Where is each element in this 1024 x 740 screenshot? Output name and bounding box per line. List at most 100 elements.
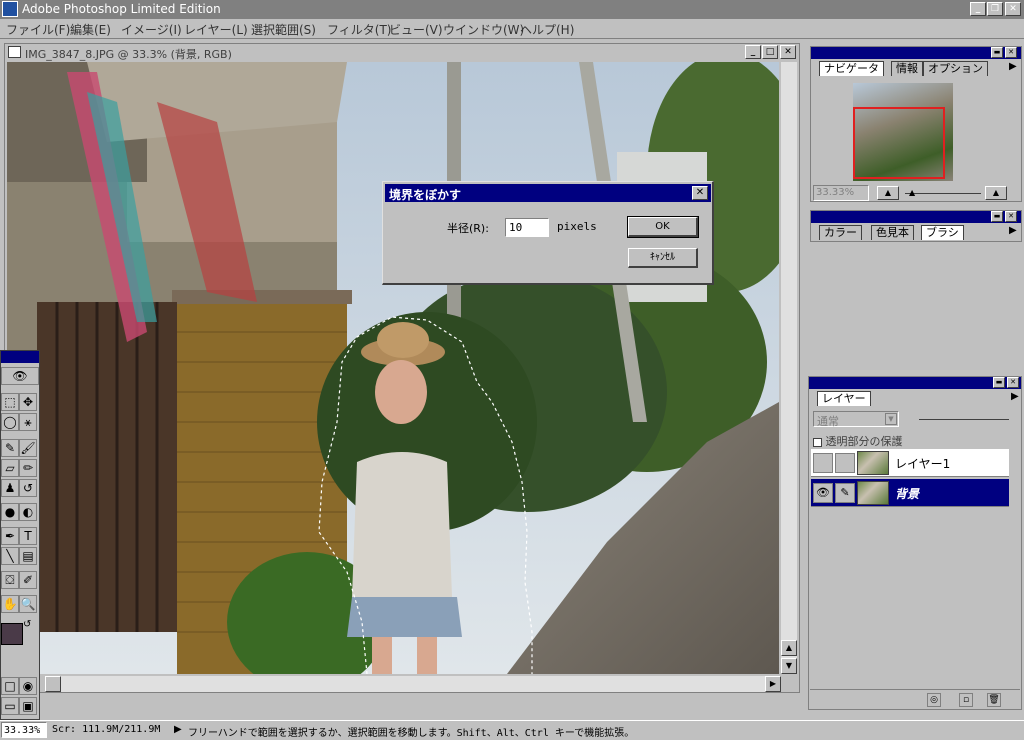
navigator-palette: ▬ ✕ ナビゲータ 情報 オプション ▶ 33.33% ▲ ▲ ▲ — [810, 46, 1022, 202]
zoom-slider-handle-icon[interactable]: ▲ — [909, 188, 915, 197]
navigator-minimize-button[interactable]: ▬ — [991, 47, 1003, 58]
vertical-scrollbar[interactable]: ▲ ▼ — [781, 62, 797, 674]
eraser-icon[interactable]: ▱ — [1, 459, 19, 477]
brush-icon[interactable]: 🖌 — [19, 439, 37, 457]
lasso-icon[interactable]: ◯ — [1, 413, 19, 431]
tab-swatches[interactable]: 色見本 — [871, 225, 914, 240]
restore-button[interactable]: ❐ — [987, 2, 1003, 16]
color-minimize-button[interactable]: ▬ — [991, 211, 1003, 222]
airbrush-icon[interactable]: ✎ — [1, 439, 19, 457]
foreground-color-swatch[interactable] — [1, 623, 23, 645]
history-brush-icon[interactable]: ↺ — [19, 479, 37, 497]
preserve-transparency-checkbox[interactable] — [813, 437, 822, 447]
image-canvas[interactable] — [7, 62, 779, 674]
gradient-icon[interactable]: ▤ — [19, 547, 37, 565]
quickmask-mode-icon[interactable]: ◉ — [19, 677, 37, 695]
scroll-down-button[interactable]: ▼ — [781, 658, 797, 674]
scroll-left-button[interactable] — [45, 676, 61, 692]
zoom-slider[interactable] — [905, 193, 981, 194]
hand-icon[interactable]: ✋ — [1, 595, 19, 613]
navigator-palette-header[interactable]: ▬ ✕ — [811, 47, 1021, 59]
ok-button[interactable]: OK — [627, 216, 699, 238]
eyedropper-icon[interactable]: ✐ — [19, 571, 37, 589]
doc-maximize-button[interactable]: □ — [762, 45, 778, 59]
layer-row-layer1[interactable]: レイヤー1 — [811, 449, 1009, 477]
layer-mask-icon[interactable]: ◎ — [927, 693, 941, 707]
status-menu-arrow-icon[interactable]: ▶ — [174, 724, 182, 735]
layers-minimize-button[interactable]: ▬ — [993, 377, 1005, 388]
navigator-thumbnail[interactable] — [853, 83, 953, 181]
visibility-toggle-icon[interactable] — [813, 453, 833, 473]
blend-mode-select[interactable]: 通常 ▼ — [813, 411, 899, 428]
zoom-out-button[interactable]: ▲ — [877, 186, 899, 200]
pen-icon[interactable]: ✒ — [1, 527, 19, 545]
doc-minimize-button[interactable]: _ — [745, 45, 761, 59]
minimize-button[interactable]: _ — [970, 2, 986, 16]
document-title-bar[interactable]: IMG_3847_8.JPG @ 33.3% (背景, RGB) _ □ ✕ — [5, 44, 799, 61]
layers-menu-arrow-icon[interactable]: ▶ — [1011, 391, 1019, 402]
link-toggle-icon[interactable] — [835, 453, 855, 473]
tab-layers[interactable]: レイヤー — [817, 391, 871, 406]
tab-brushes[interactable]: ブラシ — [921, 225, 964, 240]
menu-layer[interactable]: レイヤー(L) — [184, 21, 248, 38]
horizontal-scrollbar[interactable]: ▶ — [45, 676, 781, 692]
menu-file[interactable]: ファイル(F) — [6, 21, 70, 38]
new-layer-icon[interactable]: ▫ — [959, 693, 973, 707]
tab-info[interactable]: 情報 — [891, 61, 923, 76]
layer-row-background[interactable]: 👁 ✎ 背景 — [811, 479, 1009, 507]
layers-close-button[interactable]: ✕ — [1007, 377, 1019, 388]
color-menu-arrow-icon[interactable]: ▶ — [1009, 225, 1017, 236]
navigator-zoom-field[interactable]: 33.33% — [813, 185, 869, 201]
layers-palette-header[interactable]: ▬ ✕ — [809, 377, 1021, 389]
stamp-icon[interactable]: ♟ — [1, 479, 19, 497]
menu-filter[interactable]: フィルタ(T) — [327, 21, 391, 38]
doc-close-button[interactable]: ✕ — [780, 45, 796, 59]
menu-window[interactable]: ウインドウ(W) — [443, 21, 524, 38]
paint-bucket-icon[interactable]: ⛋ — [1, 571, 19, 589]
cancel-button[interactable]: ｷｬﾝｾﾙ — [628, 248, 698, 268]
zoom-icon[interactable]: 🔍 — [19, 595, 37, 613]
line-icon[interactable]: ╲ — [1, 547, 19, 565]
color-palette-header[interactable]: ▬ ✕ — [811, 211, 1021, 223]
status-zoom-field[interactable]: 33.33% — [1, 722, 47, 738]
swap-colors-icon[interactable]: ↺ — [23, 619, 31, 630]
menu-edit[interactable]: 編集(E) — [70, 21, 111, 38]
close-button[interactable]: ✕ — [1005, 2, 1021, 16]
standard-mode-icon[interactable]: □ — [1, 677, 19, 695]
brush-icon[interactable]: ✎ — [835, 483, 855, 503]
screen-mode-standard-icon[interactable]: ▭ — [1, 697, 19, 715]
menu-view[interactable]: ビュー(V) — [389, 21, 443, 38]
menu-help[interactable]: ヘルプ(H) — [520, 21, 574, 38]
tab-options[interactable]: オプション — [923, 61, 988, 76]
dodge-icon[interactable]: ◐ — [19, 503, 37, 521]
menu-image[interactable]: イメージ(I) — [121, 21, 182, 38]
trash-icon[interactable]: 🗑 — [987, 693, 1001, 707]
toolbox-header[interactable] — [1, 351, 39, 363]
navigator-menu-arrow-icon[interactable]: ▶ — [1009, 61, 1017, 72]
tab-color[interactable]: カラー — [819, 225, 862, 240]
eye-icon[interactable]: 👁 — [1, 367, 39, 385]
preserve-transparency-option[interactable]: 透明部分の保護 — [813, 433, 903, 449]
scroll-up-button[interactable]: ▲ — [781, 640, 797, 656]
status-bar: 33.33% Scr: 111.9M/211.9M ▶ フリーハンドで範囲を選択… — [0, 720, 1024, 740]
zoom-in-button[interactable]: ▲ — [985, 186, 1007, 200]
eye-icon[interactable]: 👁 — [813, 483, 833, 503]
menu-select[interactable]: 選択範囲(S) — [251, 21, 316, 38]
screen-mode-full-icon[interactable]: ▣ — [19, 697, 37, 715]
radius-input[interactable]: 10 — [505, 218, 549, 237]
dropdown-arrow-icon[interactable]: ▼ — [885, 413, 897, 425]
navigator-view-box[interactable] — [853, 107, 945, 179]
blur-icon[interactable]: ● — [1, 503, 19, 521]
move-icon[interactable]: ✥ — [19, 393, 37, 411]
color-close-button[interactable]: ✕ — [1005, 211, 1017, 222]
dialog-close-button[interactable]: ✕ — [692, 186, 708, 200]
tab-navigator[interactable]: ナビゲータ — [819, 61, 884, 76]
scroll-right-button[interactable]: ▶ — [765, 676, 781, 692]
navigator-close-button[interactable]: ✕ — [1005, 47, 1017, 58]
marquee-icon[interactable]: ⬚ — [1, 393, 19, 411]
pencil-icon[interactable]: ✏ — [19, 459, 37, 477]
magic-wand-icon[interactable]: ⚹ — [19, 413, 37, 431]
opacity-slider[interactable] — [919, 419, 1009, 420]
dialog-title-bar[interactable]: 境界をぼかす ✕ — [385, 184, 711, 202]
type-icon[interactable]: T — [19, 527, 37, 545]
